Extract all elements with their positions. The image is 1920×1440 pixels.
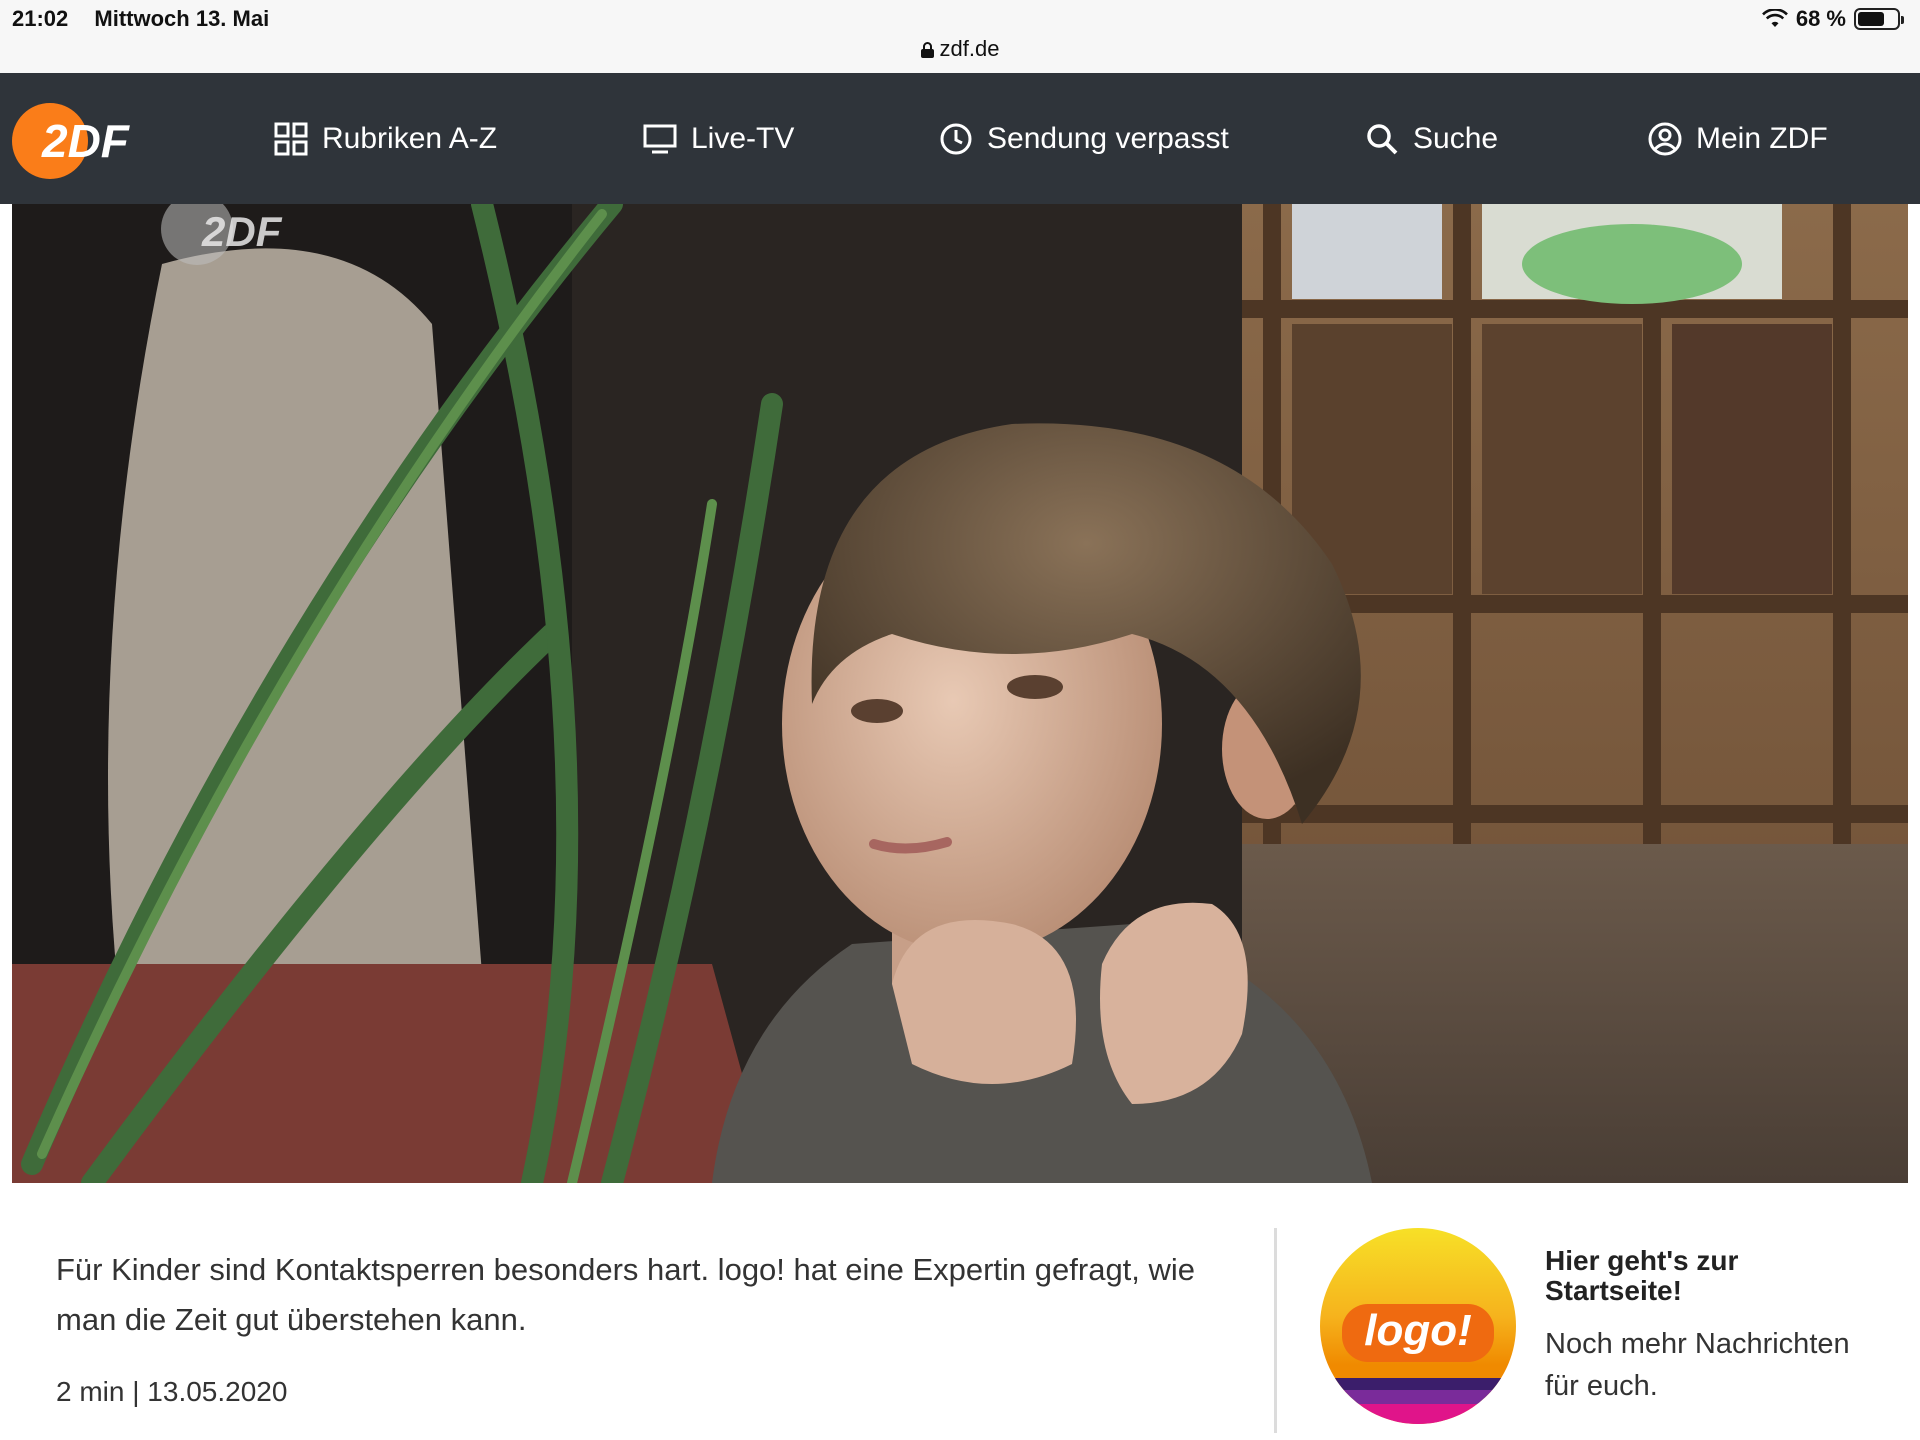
divider bbox=[1274, 1228, 1277, 1433]
zdf-logo-text: 2DF bbox=[41, 115, 131, 167]
nav-label-suche: Suche bbox=[1413, 121, 1499, 155]
logo-kids-news-icon[interactable]: logo! bbox=[1320, 1228, 1516, 1424]
video-meta: 2 min | 13.05.2020 bbox=[56, 1376, 288, 1407]
nav-label-mein-zdf: Mein ZDF bbox=[1696, 121, 1828, 155]
clock-icon bbox=[940, 123, 972, 154]
tv-icon bbox=[643, 124, 677, 153]
url-text: zdf.de bbox=[939, 36, 1000, 61]
nav-item-suche[interactable]: Suche bbox=[1365, 73, 1498, 204]
nav-label-rubriken: Rubriken A-Z bbox=[322, 121, 498, 155]
search-icon bbox=[1367, 123, 1398, 154]
nav-item-live-tv[interactable]: Live-TV bbox=[643, 73, 794, 204]
nav-label-sendung-verpasst: Sendung verpasst bbox=[987, 121, 1229, 155]
status-left: 21:02 Mittwoch 13. Mai bbox=[12, 6, 289, 32]
status-date: Mittwoch 13. Mai bbox=[94, 6, 270, 31]
hero-video[interactable]: 2DF bbox=[12, 204, 1908, 1183]
hero-image: 2DF bbox=[12, 204, 1908, 1183]
promo-text: Noch mehr Nachrichten für euch. bbox=[1545, 1328, 1850, 1402]
user-icon bbox=[1648, 122, 1682, 155]
promo-title[interactable]: Hier geht's zur Startseite! bbox=[1545, 1246, 1875, 1306]
battery-fill bbox=[1858, 12, 1884, 26]
address-bar[interactable]: zdf.de bbox=[0, 36, 1920, 62]
status-time: 21:02 bbox=[12, 6, 69, 31]
battery-percent: 68 % bbox=[1795, 6, 1846, 31]
status-right: 68 % bbox=[1761, 6, 1904, 32]
nav-item-mein-zdf[interactable]: Mein ZDF bbox=[1648, 73, 1828, 204]
status-bar: 21:02 Mittwoch 13. Mai 68 % zdf.de bbox=[0, 0, 1920, 73]
battery-icon bbox=[1854, 8, 1904, 30]
main-navigation: 2DF Rubriken A-Z Live-TV Sendung verpass… bbox=[0, 73, 1920, 204]
nav-label-live-tv: Live-TV bbox=[691, 121, 795, 155]
wifi-icon bbox=[1761, 8, 1788, 29]
zdf-watermark: 2DF bbox=[201, 208, 283, 255]
logo-text: logo! bbox=[1364, 1306, 1472, 1355]
video-description: Für Kinder sind Kontaktsperren besonders… bbox=[56, 1252, 1196, 1337]
zdf-logo[interactable]: 2DF bbox=[12, 103, 142, 179]
lock-icon bbox=[920, 42, 934, 58]
nav-item-sendung-verpasst[interactable]: Sendung verpasst bbox=[939, 73, 1229, 204]
grid-icon bbox=[274, 122, 308, 155]
nav-item-rubriken[interactable]: Rubriken A-Z bbox=[274, 73, 497, 204]
